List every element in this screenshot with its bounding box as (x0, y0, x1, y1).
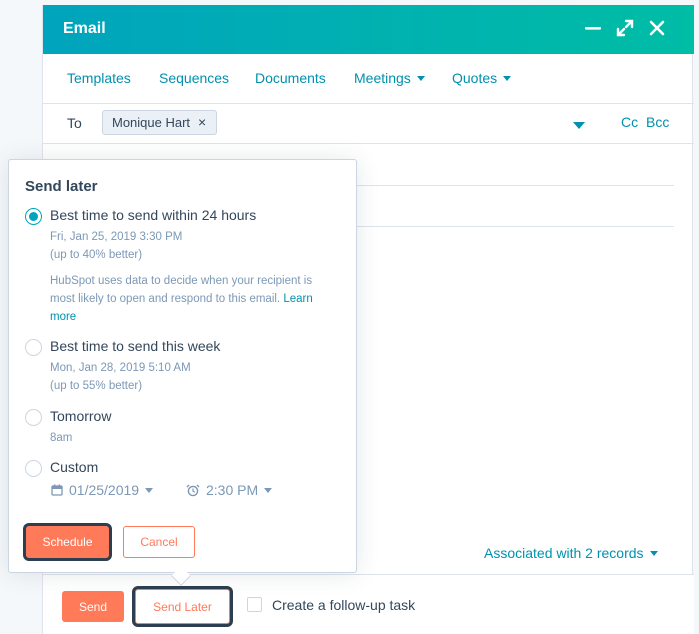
templates-link[interactable]: Templates (67, 70, 131, 86)
custom-date-value: 01/25/2019 (69, 482, 140, 498)
radio-best-week[interactable] (25, 339, 42, 356)
recipient-options-caret-icon[interactable] (573, 122, 585, 129)
chevron-down-icon (264, 487, 273, 493)
option-label: Custom (50, 459, 99, 475)
associated-records-dropdown[interactable]: Associated with 2 records (484, 545, 658, 561)
radio-best-24h[interactable] (25, 208, 42, 225)
send-later-button[interactable]: Send Later (135, 589, 230, 624)
recipient-chip[interactable]: Monique Hart × (102, 110, 218, 135)
option-improvement: (up to 55% better) (50, 380, 143, 392)
option-label: Tomorrow (50, 408, 112, 424)
schedule-button[interactable]: Schedule (26, 526, 109, 558)
option-label: Best time to send this week (50, 338, 221, 354)
composer-title: Email (63, 20, 106, 37)
composer-toolbar: Templates Sequences Documents Meetings Q… (43, 54, 694, 104)
radio-custom[interactable] (25, 460, 42, 477)
custom-date-picker[interactable]: 01/25/2019 (51, 482, 154, 498)
to-label: To (67, 115, 82, 131)
cancel-button[interactable]: Cancel (123, 526, 195, 558)
quotes-label: Quotes (452, 70, 498, 86)
screen: Email Templates Sequences Documents Meet… (0, 0, 699, 634)
option-date: 8am (50, 432, 73, 444)
option-improvement: (up to 40% better) (50, 249, 143, 261)
follow-up-task-option[interactable]: Create a follow-up task (247, 596, 416, 614)
option-label: Best time to send within 24 hours (50, 207, 257, 223)
calendar-icon (51, 484, 63, 496)
chevron-down-icon (416, 75, 425, 81)
send-later-popover: Send later Best time to send within 24 h… (8, 159, 357, 586)
send-time-description: HubSpot uses data to decide when your re… (50, 272, 320, 326)
cc-link[interactable]: Cc (621, 114, 638, 130)
close-icon[interactable] (646, 17, 668, 39)
meetings-label: Meetings (354, 70, 411, 86)
follow-up-label: Create a follow-up task (272, 597, 416, 613)
sequences-link[interactable]: Sequences (159, 70, 229, 86)
recipient-name: Monique Hart (112, 115, 191, 130)
option-date: Mon, Jan 28, 2019 5:10 AM (50, 362, 191, 374)
to-row: To Monique Hart × Cc Bcc (43, 104, 694, 144)
send-button[interactable]: Send (62, 591, 124, 622)
remove-recipient-icon[interactable]: × (198, 114, 206, 130)
expand-icon[interactable] (614, 17, 636, 39)
bcc-link[interactable]: Bcc (646, 114, 669, 130)
meetings-dropdown[interactable]: Meetings (354, 70, 425, 86)
option-date: Fri, Jan 25, 2019 3:30 PM (50, 231, 183, 243)
custom-time-picker[interactable]: 2:30 PM (186, 482, 273, 498)
composer-header: Email (43, 5, 694, 54)
radio-tomorrow[interactable] (25, 409, 42, 426)
composer-footer: Send Send Later Create a follow-up task (43, 574, 694, 634)
custom-time-value: 2:30 PM (206, 482, 259, 498)
minimize-icon[interactable] (582, 17, 604, 39)
chevron-down-icon (649, 550, 658, 556)
alarm-clock-icon (186, 484, 200, 497)
chevron-down-icon (503, 75, 512, 81)
chevron-down-icon (145, 487, 154, 493)
send-later-title: Send later (25, 178, 98, 195)
associated-records-label: Associated with 2 records (484, 545, 644, 561)
quotes-dropdown[interactable]: Quotes (452, 70, 512, 86)
documents-link[interactable]: Documents (255, 70, 326, 86)
description-text: HubSpot uses data to decide when your re… (50, 275, 313, 305)
follow-up-checkbox[interactable] (247, 596, 262, 612)
